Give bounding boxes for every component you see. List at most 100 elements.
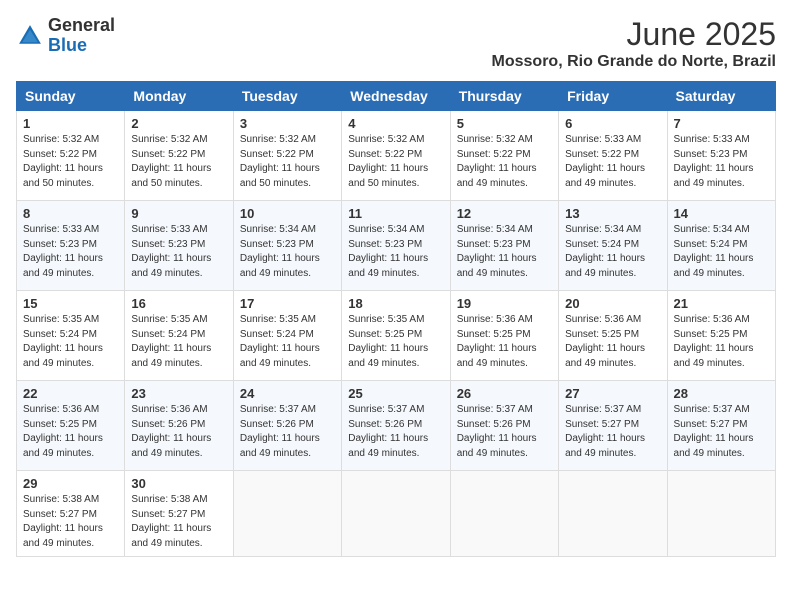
day-info: Sunrise: 5:34 AM Sunset: 5:24 PM Dayligh… [565,223,660,281]
calendar-day-cell: 12 Sunrise: 5:34 AM Sunset: 5:23 PM Dayli… [450,201,558,291]
calendar-week-row: 29 Sunrise: 5:38 AM Sunset: 5:27 PM Dayli… [17,471,776,557]
calendar-day-cell: 27Sunrise: 5:37 AM Sunset: 5:27 PM Dayli… [559,381,667,471]
calendar-day-cell: 21 Sunrise: 5:36 AM Sunset: 5:25 PM Dayli… [667,291,775,381]
calendar-week-row: 1 Sunrise: 5:32 AM Sunset: 5:22 PM Daylig… [17,111,776,201]
day-number: 8 [23,206,118,221]
calendar-day-cell: 28 Sunrise: 5:37 AM Sunset: 5:27 PM Dayli… [667,381,775,471]
page-header: General Blue June 2025 Mossoro, Rio Gran… [16,16,776,71]
weekday-header-wednesday: Wednesday [342,82,450,111]
day-number: 29 [23,476,118,491]
day-number: 5 [457,116,552,131]
calendar-day-cell: 30 Sunrise: 5:38 AM Sunset: 5:27 PM Dayli… [125,471,233,557]
day-number: 9 [131,206,226,221]
calendar-table: SundayMondayTuesdayWednesdayThursdayFrid… [16,81,776,557]
day-number: 28 [674,386,769,401]
weekday-header-friday: Friday [559,82,667,111]
day-number: 21 [674,296,769,311]
day-info: Sunrise: 5:32 AM Sunset: 5:22 PM Dayligh… [23,133,118,191]
calendar-day-cell [233,471,341,557]
day-info: Sunrise: 5:36 AM Sunset: 5:25 PM Dayligh… [565,313,660,371]
day-number: 18 [348,296,443,311]
logo: General Blue [16,16,115,56]
calendar-day-cell: 14 Sunrise: 5:34 AM Sunset: 5:24 PM Dayli… [667,201,775,291]
calendar-day-cell: 7 Sunrise: 5:33 AM Sunset: 5:23 PM Daylig… [667,111,775,201]
calendar-day-cell: 3 Sunrise: 5:32 AM Sunset: 5:22 PM Daylig… [233,111,341,201]
day-number: 4 [348,116,443,131]
day-number: 22 [23,386,118,401]
day-info: Sunrise: 5:33 AM Sunset: 5:23 PM Dayligh… [131,223,226,281]
day-info: Sunrise: 5:37 AM Sunset: 5:26 PM Dayligh… [348,403,443,461]
calendar-day-cell: 22 Sunrise: 5:36 AM Sunset: 5:25 PM Dayli… [17,381,125,471]
day-number: 15 [23,296,118,311]
day-info: Sunrise: 5:34 AM Sunset: 5:23 PM Dayligh… [457,223,552,281]
weekday-header-row: SundayMondayTuesdayWednesdayThursdayFrid… [17,82,776,111]
day-number: 25 [348,386,443,401]
day-number: 6 [565,116,660,131]
calendar-day-cell: 18 Sunrise: 5:35 AM Sunset: 5:25 PM Dayli… [342,291,450,381]
day-info: Sunrise: 5:37 AM Sunset: 5:26 PM Dayligh… [457,403,552,461]
calendar-day-cell [667,471,775,557]
calendar-week-row: 8 Sunrise: 5:33 AM Sunset: 5:23 PM Daylig… [17,201,776,291]
calendar-day-cell: 24 Sunrise: 5:37 AM Sunset: 5:26 PM Dayli… [233,381,341,471]
weekday-header-saturday: Saturday [667,82,775,111]
day-info: Sunrise: 5:38 AM Sunset: 5:27 PM Dayligh… [131,493,226,551]
day-number: 12 [457,206,552,221]
day-number: 3 [240,116,335,131]
calendar-day-cell: 10 Sunrise: 5:34 AM Sunset: 5:23 PM Dayli… [233,201,341,291]
weekday-header-thursday: Thursday [450,82,558,111]
weekday-header-monday: Monday [125,82,233,111]
calendar-day-cell: 17 Sunrise: 5:35 AM Sunset: 5:24 PM Dayli… [233,291,341,381]
calendar-day-cell: 13 Sunrise: 5:34 AM Sunset: 5:24 PM Dayli… [559,201,667,291]
calendar-day-cell: 15 Sunrise: 5:35 AM Sunset: 5:24 PM Dayli… [17,291,125,381]
calendar-day-cell: 9 Sunrise: 5:33 AM Sunset: 5:23 PM Daylig… [125,201,233,291]
calendar-day-cell: 23 Sunrise: 5:36 AM Sunset: 5:26 PM Dayli… [125,381,233,471]
calendar-day-cell: 19Sunrise: 5:36 AM Sunset: 5:25 PM Dayli… [450,291,558,381]
day-info: Sunrise: 5:34 AM Sunset: 5:23 PM Dayligh… [240,223,335,281]
day-number: 7 [674,116,769,131]
day-number: 17 [240,296,335,311]
calendar-day-cell: 11 Sunrise: 5:34 AM Sunset: 5:23 PM Dayli… [342,201,450,291]
calendar-day-cell: 26Sunrise: 5:37 AM Sunset: 5:26 PM Dayli… [450,381,558,471]
calendar-day-cell: 8 Sunrise: 5:33 AM Sunset: 5:23 PM Daylig… [17,201,125,291]
day-info: Sunrise: 5:38 AM Sunset: 5:27 PM Dayligh… [23,493,118,551]
day-info: Sunrise: 5:37 AM Sunset: 5:27 PM Dayligh… [674,403,769,461]
day-number: 23 [131,386,226,401]
day-info: Sunrise: 5:36 AM Sunset: 5:25 PM Dayligh… [23,403,118,461]
calendar-day-cell: 5 Sunrise: 5:32 AM Sunset: 5:22 PM Daylig… [450,111,558,201]
day-info: Sunrise: 5:35 AM Sunset: 5:24 PM Dayligh… [240,313,335,371]
day-info: Sunrise: 5:32 AM Sunset: 5:22 PM Dayligh… [240,133,335,191]
day-number: 14 [674,206,769,221]
day-info: Sunrise: 5:37 AM Sunset: 5:27 PM Dayligh… [565,403,660,461]
day-info: Sunrise: 5:33 AM Sunset: 5:23 PM Dayligh… [23,223,118,281]
calendar-day-cell: 2Sunrise: 5:32 AM Sunset: 5:22 PM Daylig… [125,111,233,201]
day-info: Sunrise: 5:34 AM Sunset: 5:24 PM Dayligh… [674,223,769,281]
day-info: Sunrise: 5:37 AM Sunset: 5:26 PM Dayligh… [240,403,335,461]
calendar-day-cell: 16 Sunrise: 5:35 AM Sunset: 5:24 PM Dayli… [125,291,233,381]
day-info: Sunrise: 5:34 AM Sunset: 5:23 PM Dayligh… [348,223,443,281]
day-info: Sunrise: 5:36 AM Sunset: 5:25 PM Dayligh… [674,313,769,371]
day-info: Sunrise: 5:36 AM Sunset: 5:25 PM Dayligh… [457,313,552,371]
logo-blue: Blue [48,36,115,56]
day-info: Sunrise: 5:35 AM Sunset: 5:25 PM Dayligh… [348,313,443,371]
calendar-day-cell: 4 Sunrise: 5:32 AM Sunset: 5:22 PM Daylig… [342,111,450,201]
day-number: 10 [240,206,335,221]
day-number: 11 [348,206,443,221]
title-area: June 2025 Mossoro, Rio Grande do Norte, … [492,16,776,71]
day-number: 24 [240,386,335,401]
day-number: 2 [131,116,226,131]
day-number: 13 [565,206,660,221]
calendar-day-cell [450,471,558,557]
day-info: Sunrise: 5:35 AM Sunset: 5:24 PM Dayligh… [23,313,118,371]
day-info: Sunrise: 5:32 AM Sunset: 5:22 PM Dayligh… [348,133,443,191]
calendar-day-cell: 6Sunrise: 5:33 AM Sunset: 5:22 PM Daylig… [559,111,667,201]
day-number: 30 [131,476,226,491]
day-info: Sunrise: 5:35 AM Sunset: 5:24 PM Dayligh… [131,313,226,371]
day-info: Sunrise: 5:32 AM Sunset: 5:22 PM Dayligh… [457,133,552,191]
calendar-day-cell: 29 Sunrise: 5:38 AM Sunset: 5:27 PM Dayli… [17,471,125,557]
day-info: Sunrise: 5:33 AM Sunset: 5:23 PM Dayligh… [674,133,769,191]
day-info: Sunrise: 5:36 AM Sunset: 5:26 PM Dayligh… [131,403,226,461]
logo-general: General [48,16,115,36]
day-number: 16 [131,296,226,311]
calendar-week-row: 22 Sunrise: 5:36 AM Sunset: 5:25 PM Dayli… [17,381,776,471]
day-number: 1 [23,116,118,131]
